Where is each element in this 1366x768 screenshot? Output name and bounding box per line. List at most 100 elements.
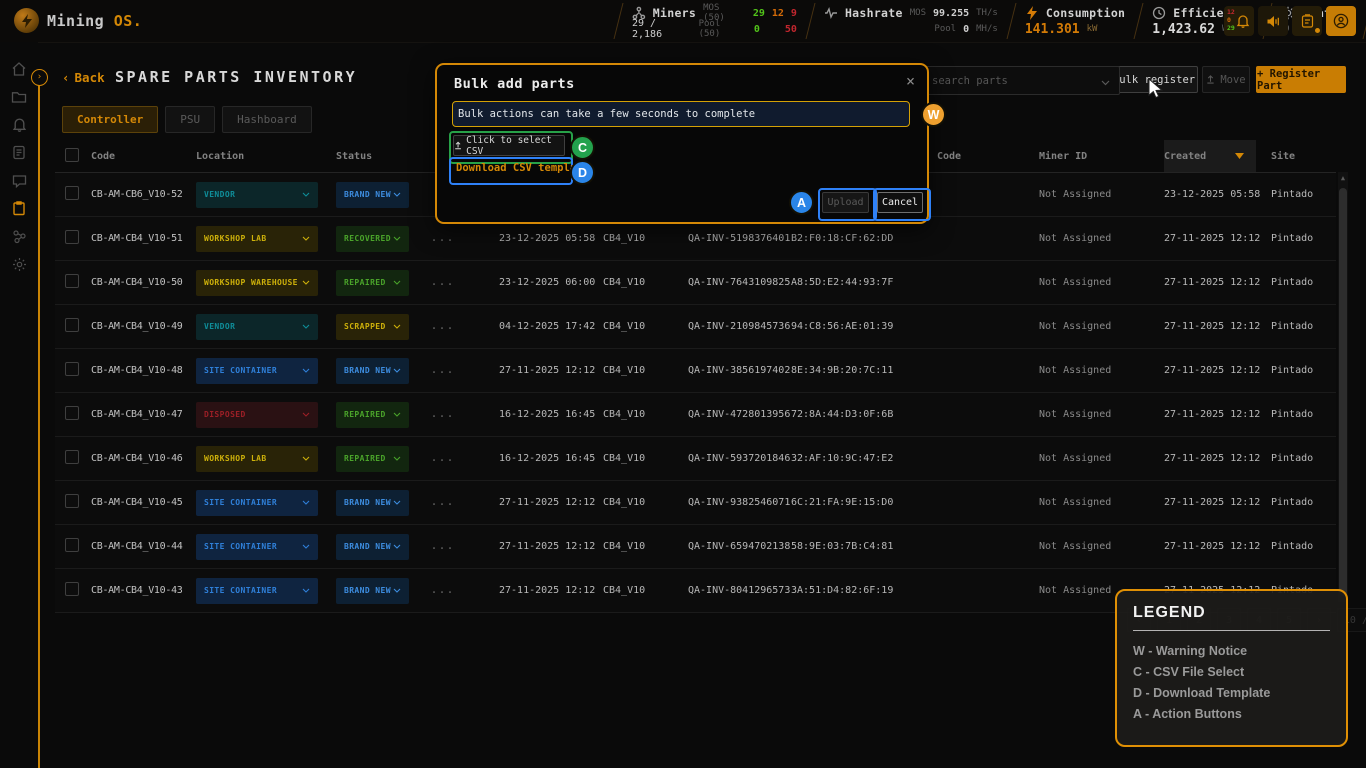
updated-date-cell: 16-12-2025 16:45 — [499, 409, 603, 420]
search-parts-select[interactable] — [920, 66, 1120, 95]
status-select[interactable]: RECOVERED — [336, 226, 409, 252]
part-code-cell: CB-AM-CB4_V10-45 — [91, 497, 196, 508]
row-checkbox[interactable] — [65, 362, 79, 376]
row-checkbox[interactable] — [65, 450, 79, 464]
location-select[interactable]: SITE CONTAINER — [196, 534, 318, 560]
sidebar-item-home[interactable] — [11, 60, 28, 77]
status-select[interactable]: REPAIRED — [336, 446, 409, 472]
sidebar-item-reports[interactable] — [11, 144, 28, 161]
location-select[interactable]: SITE CONTAINER — [196, 490, 318, 516]
table-scrollbar[interactable]: ▲ — [1338, 172, 1348, 602]
row-actions-menu[interactable]: ... — [431, 365, 499, 376]
inventory-code-cell: QA-INV-9382546071 — [688, 497, 791, 508]
row-actions-menu[interactable]: ... — [431, 233, 499, 244]
site-cell: Pintado — [1271, 409, 1336, 420]
row-actions-menu[interactable]: ... — [431, 409, 499, 420]
sidebar-item-settings[interactable] — [11, 256, 28, 273]
model-cell: CB4_V10 — [603, 585, 688, 596]
location-select[interactable]: WORKSHOP LAB — [196, 446, 318, 472]
row-actions-menu[interactable]: ... — [431, 541, 499, 552]
select-all-checkbox[interactable] — [65, 148, 79, 162]
notes-button[interactable] — [1292, 6, 1322, 36]
table-row: CB-AM-CB4_V10-44SITE CONTAINERBRAND NEW.… — [55, 525, 1336, 569]
notifications-button[interactable]: 12 0 29 — [1224, 6, 1254, 36]
row-checkbox[interactable] — [65, 494, 79, 508]
header-location[interactable]: Location — [196, 151, 336, 162]
close-icon[interactable]: × — [906, 72, 915, 90]
location-select[interactable]: SITE CONTAINER — [196, 358, 318, 384]
home-icon — [11, 61, 27, 77]
scrollbar-thumb[interactable] — [1339, 188, 1347, 596]
site-cell: Pintado — [1271, 321, 1336, 332]
location-select[interactable]: SITE CONTAINER — [196, 578, 318, 604]
efficiency-icon — [1152, 6, 1166, 20]
annotation-badge-d: D — [570, 160, 595, 185]
model-cell: CB4_V10 — [603, 233, 688, 244]
row-actions-menu[interactable]: ... — [431, 321, 499, 332]
row-actions-menu[interactable]: ... — [431, 277, 499, 288]
tab-controller[interactable]: Controller — [62, 106, 158, 133]
sidebar-item-files[interactable] — [11, 88, 28, 105]
tab-psu[interactable]: PSU — [165, 106, 215, 133]
status-select[interactable]: BRAND NEW — [336, 490, 409, 516]
sidebar-item-inventory[interactable] — [11, 200, 28, 217]
status-select[interactable]: SCRAPPED — [336, 314, 409, 340]
tab-hashboard[interactable]: Hashboard — [222, 106, 312, 133]
legend-divider — [1133, 630, 1330, 631]
search-input[interactable] — [930, 74, 1074, 88]
inventory-code-cell: QA-INV-6594702138 — [688, 541, 791, 552]
cancel-button[interactable]: Cancel — [877, 192, 923, 213]
sidebar-item-messages[interactable] — [11, 172, 28, 189]
account-button[interactable] — [1326, 6, 1356, 36]
status-select[interactable]: BRAND NEW — [336, 578, 409, 604]
sidebar-expand-toggle[interactable]: › — [31, 69, 48, 86]
sidebar-item-integrations[interactable] — [11, 228, 28, 245]
select-csv-button[interactable]: Click to select CSV — [453, 135, 565, 156]
status-select[interactable]: BRAND NEW — [336, 358, 409, 384]
location-select[interactable]: VENDOR — [196, 314, 318, 340]
row-actions-menu[interactable]: ... — [431, 585, 499, 596]
location-select[interactable]: DISPOSED — [196, 402, 318, 428]
header-created-sorted[interactable]: Created — [1164, 140, 1256, 172]
header-miner-id[interactable]: Miner ID — [1039, 151, 1164, 162]
row-checkbox[interactable] — [65, 186, 79, 200]
sidebar-item-alerts[interactable] — [11, 116, 28, 133]
bell-icon — [12, 117, 27, 132]
annotation-badge-a: A — [789, 190, 814, 215]
back-button[interactable]: ‹Back — [62, 70, 105, 85]
table-row: CB-AM-CB4_V10-50WORKSHOP WAREHOUSE REPAIR… — [55, 261, 1336, 305]
register-part-button[interactable]: + Register Part — [1256, 66, 1346, 93]
location-select[interactable]: WORKSHOP WAREHOUSE — [196, 270, 318, 296]
part-code-cell: CB-AM-CB4_V10-50 — [91, 277, 196, 288]
row-checkbox[interactable] — [65, 230, 79, 244]
row-checkbox[interactable] — [65, 538, 79, 552]
row-checkbox[interactable] — [65, 406, 79, 420]
header-site[interactable]: Site — [1271, 151, 1336, 162]
header-code2[interactable]: Code — [937, 151, 1039, 162]
inventory-code-cell: QA-INV-4728013956 — [688, 409, 791, 420]
sound-button[interactable] — [1258, 6, 1288, 36]
location-select[interactable]: WORKSHOP LAB — [196, 226, 318, 252]
row-actions-menu[interactable]: ... — [431, 497, 499, 508]
header-code[interactable]: Code — [91, 151, 196, 162]
bulk-register-button[interactable]: Bulk register — [1110, 66, 1198, 93]
site-cell: Pintado — [1271, 541, 1336, 552]
download-csv-template-link[interactable]: Download CSV template — [456, 162, 589, 174]
status-select[interactable]: REPAIRED — [336, 270, 409, 296]
header-status[interactable]: Status — [336, 151, 431, 162]
scroll-up-arrow-icon[interactable]: ▲ — [1338, 174, 1348, 182]
site-cell: Pintado — [1271, 497, 1336, 508]
status-select[interactable]: BRAND NEW — [336, 534, 409, 560]
created-cell: 27-11-2025 12:12 — [1164, 497, 1271, 508]
site-cell: Pintado — [1271, 277, 1336, 288]
row-checkbox[interactable] — [65, 274, 79, 288]
row-checkbox[interactable] — [65, 318, 79, 332]
site-cell: Pintado — [1271, 189, 1336, 200]
status-select[interactable]: REPAIRED — [336, 402, 409, 428]
row-actions-menu[interactable]: ... — [431, 453, 499, 464]
move-button[interactable]: Move — [1202, 66, 1250, 93]
location-select[interactable]: VENDOR — [196, 182, 318, 208]
upload-button[interactable]: Upload — [822, 192, 869, 213]
row-checkbox[interactable] — [65, 582, 79, 596]
status-select[interactable]: BRAND NEW — [336, 182, 409, 208]
